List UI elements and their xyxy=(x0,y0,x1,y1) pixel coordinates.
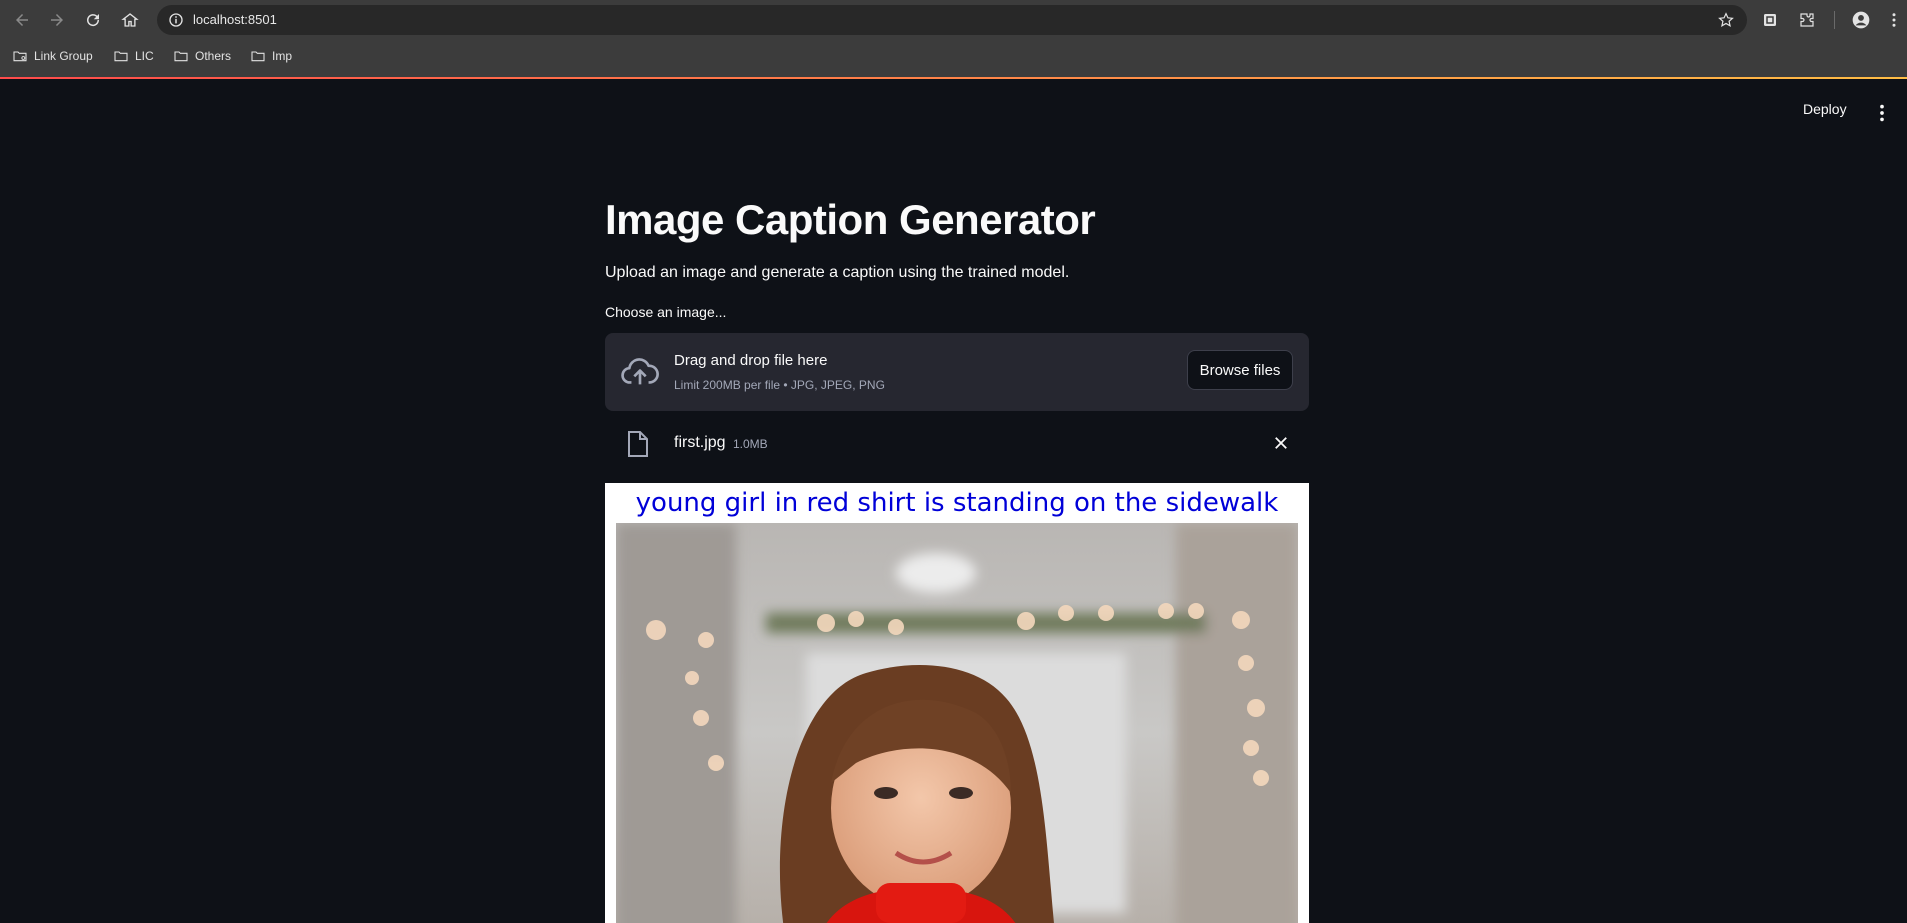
browser-chrome: localhost:8501 Link Group LIC Others Imp xyxy=(0,0,1907,79)
main-content: Image Caption Generator Upload an image … xyxy=(605,190,1309,923)
file-dropzone[interactable]: Drag and drop file here Limit 200MB per … xyxy=(605,333,1309,411)
bookmark-star-icon[interactable] xyxy=(1717,11,1735,29)
dropzone-limits: Limit 200MB per file • JPG, JPEG, PNG xyxy=(674,378,885,392)
bookmark-label: Others xyxy=(195,49,232,63)
bookmarks-bar: Link Group LIC Others Imp xyxy=(0,44,1907,68)
home-icon xyxy=(121,13,139,27)
address-bar[interactable]: localhost:8501 xyxy=(157,5,1747,35)
bookmark-others[interactable]: Others xyxy=(173,44,231,68)
extension-button[interactable] xyxy=(1759,9,1781,31)
puzzle-icon xyxy=(1800,13,1814,27)
forward-button[interactable] xyxy=(44,7,70,33)
dropzone-title: Drag and drop file here xyxy=(674,352,828,369)
profile-button[interactable] xyxy=(1850,9,1872,31)
close-icon[interactable] xyxy=(1272,434,1290,452)
url-text[interactable]: localhost:8501 xyxy=(193,12,277,27)
caption-result-image: young girl in red shirt is standing on t… xyxy=(605,483,1309,923)
deploy-button[interactable]: Deploy xyxy=(1803,101,1847,117)
bookmark-label: Link Group xyxy=(34,49,93,63)
site-info-icon[interactable] xyxy=(167,11,185,29)
bookmark-lic[interactable]: LIC xyxy=(113,44,154,68)
app-menu-icon[interactable] xyxy=(1874,102,1890,124)
generated-caption: young girl in red shirt is standing on t… xyxy=(635,488,1279,518)
browser-toolbar: localhost:8501 xyxy=(0,0,1907,40)
folder-icon xyxy=(251,51,265,62)
folder-icon xyxy=(114,51,128,62)
bookmark-link-group[interactable]: Link Group xyxy=(12,44,93,68)
uploaded-file-row: first.jpg 1.0MB xyxy=(605,422,1309,466)
photo-illustration xyxy=(616,523,1298,923)
file-name: first.jpg xyxy=(674,434,726,451)
app-decoration-bar xyxy=(0,77,1907,79)
folder-icon xyxy=(174,51,188,62)
uploader-label: Choose an image... xyxy=(605,304,727,320)
browse-files-button[interactable]: Browse files xyxy=(1187,350,1293,390)
file-icon xyxy=(628,431,648,457)
profile-avatar-icon xyxy=(1852,11,1870,29)
reload-icon xyxy=(87,14,100,27)
page-title: Image Caption Generator xyxy=(605,196,1096,243)
file-size: 1.0MB xyxy=(733,437,768,451)
cloud-upload-icon xyxy=(621,358,659,385)
toolbar-separator xyxy=(1834,11,1835,29)
uploaded-photo xyxy=(616,523,1298,923)
reload-button[interactable] xyxy=(80,7,106,33)
extension-square-icon xyxy=(1764,14,1776,26)
bookmark-label: Imp xyxy=(272,49,293,63)
bookmark-label: LIC xyxy=(135,49,154,63)
back-arrow-icon xyxy=(16,14,28,26)
bookmark-imp[interactable]: Imp xyxy=(250,44,292,68)
browser-menu-button[interactable] xyxy=(1886,9,1902,31)
home-button[interactable] xyxy=(117,7,143,33)
vertical-dots-icon xyxy=(1892,13,1896,27)
page-subtitle: Upload an image and generate a caption u… xyxy=(605,264,1070,281)
forward-arrow-icon xyxy=(51,14,63,26)
folder-group-icon xyxy=(13,51,27,62)
extensions-menu-button[interactable] xyxy=(1796,9,1818,31)
back-button[interactable] xyxy=(9,7,35,33)
